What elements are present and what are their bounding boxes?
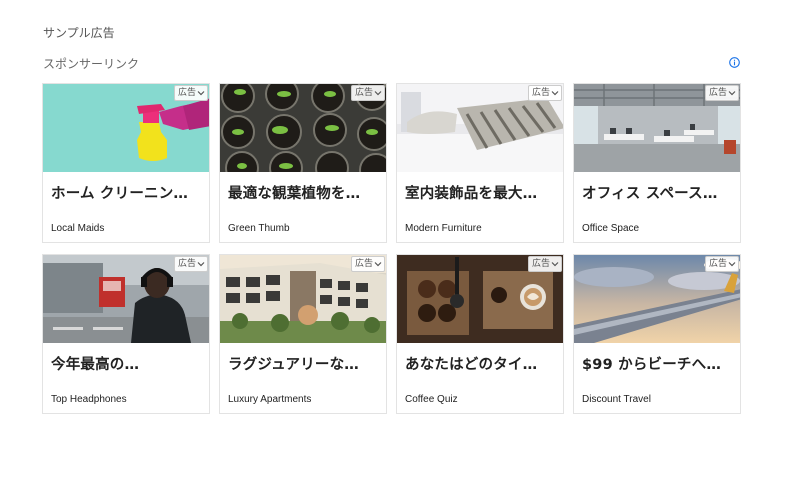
ad-card-coffee-quiz[interactable]: 広告 あなたはどのタイ… Coffee Quiz — [396, 254, 564, 414]
ad-brand: Local Maids — [51, 223, 105, 234]
ad-card-local-maids[interactable]: 広告 ホーム クリーニン… Local Maids — [42, 83, 210, 243]
ad-headline[interactable]: 室内装飾品を最大… — [405, 182, 557, 203]
chevron-down-icon — [728, 91, 736, 96]
ad-card-office-space[interactable]: 広告 オフィス スペース… Office Space — [573, 83, 741, 243]
sponsored-links-title: スポンサーリンク — [43, 57, 140, 71]
apartment-building-image: 広告 — [220, 255, 386, 343]
chevron-down-icon — [551, 91, 559, 96]
ad-brand: Office Space — [582, 223, 640, 234]
chevron-down-icon — [728, 262, 736, 267]
ad-card-modern-furniture[interactable]: 広告 室内装飾品を最大… Modern Furniture — [396, 83, 564, 243]
ad-brand: Green Thumb — [228, 223, 290, 234]
chevron-down-icon — [374, 91, 382, 96]
ad-headline[interactable]: ラグジュアリーな… — [228, 353, 380, 374]
ad-brand: Modern Furniture — [405, 223, 482, 234]
ad-brand: Coffee Quiz — [405, 394, 458, 405]
chevron-down-icon — [197, 91, 205, 96]
coffee-beans-latte-image: 広告 — [397, 255, 563, 343]
cleaning-spray-bottle-image: 広告 — [43, 84, 209, 172]
ad-headline[interactable]: 最適な観葉植物を… — [228, 182, 380, 203]
chevron-down-icon — [197, 262, 205, 267]
ad-badge[interactable]: 広告 — [173, 256, 208, 272]
open-office-image: 広告 — [574, 84, 740, 172]
bed-with-pillows-image: 広告 — [397, 84, 563, 172]
ad-card-luxury-apartments[interactable]: 広告 ラグジュアリーな… Luxury Apartments — [219, 254, 387, 414]
ad-headline[interactable]: あなたはどのタイ… — [405, 353, 557, 374]
ad-badge[interactable]: 広告 — [527, 256, 562, 272]
ad-badge[interactable]: 広告 — [350, 256, 385, 272]
ad-card-top-headphones[interactable]: 広告 今年最高の… Top Headphones — [42, 254, 210, 414]
ad-card-discount-travel[interactable]: 広告 $99 からビーチへ… Discount Travel — [573, 254, 741, 414]
ad-card-green-thumb[interactable]: 広告 最適な観葉植物を… Green Thumb — [219, 83, 387, 243]
ad-headline[interactable]: ホーム クリーニン… — [51, 182, 203, 203]
sample-ads-label: サンプル広告 — [43, 26, 115, 40]
ad-brand: Luxury Apartments — [228, 394, 312, 405]
chevron-down-icon — [551, 262, 559, 267]
ad-badge[interactable]: 広告 — [704, 256, 739, 272]
ad-headline[interactable]: 今年最高の… — [51, 353, 203, 374]
ad-badge[interactable]: 広告 — [527, 85, 562, 101]
ad-brand: Top Headphones — [51, 394, 127, 405]
seedling-pots-image: 広告 — [220, 84, 386, 172]
ad-headline[interactable]: オフィス スペース… — [582, 182, 734, 203]
chevron-down-icon — [374, 262, 382, 267]
man-with-headphones-image: 広告 — [43, 255, 209, 343]
info-icon[interactable] — [729, 57, 740, 68]
ad-badge[interactable]: 広告 — [350, 85, 385, 101]
ad-brand: Discount Travel — [582, 394, 651, 405]
ad-headline[interactable]: $99 からビーチへ… — [582, 353, 734, 374]
ad-badge[interactable]: 広告 — [704, 85, 739, 101]
ad-badge[interactable]: 広告 — [173, 85, 208, 101]
airplane-wing-sky-image: 広告 — [574, 255, 740, 343]
